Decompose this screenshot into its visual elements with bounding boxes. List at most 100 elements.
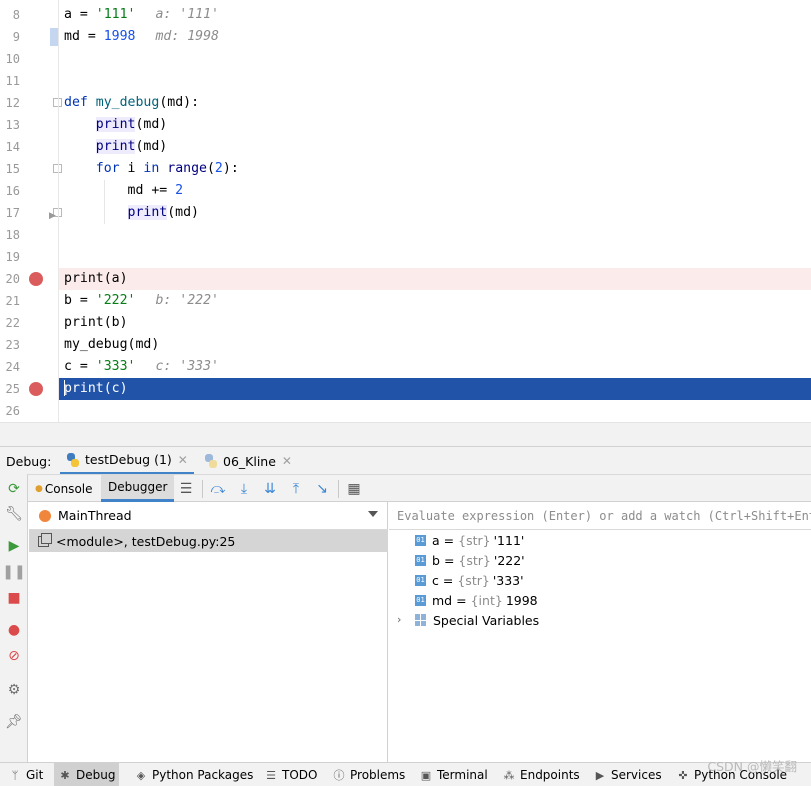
- code-line[interactable]: md += 2: [59, 180, 811, 202]
- run-tab-kline[interactable]: 06_Kline ✕: [198, 447, 298, 475]
- equals-sign: =: [442, 572, 454, 588]
- python-icon: [66, 452, 80, 467]
- builtin-call: print: [95, 117, 136, 132]
- line-number-row[interactable]: 23: [0, 334, 58, 356]
- breakpoint-icon[interactable]: [29, 272, 43, 286]
- run-tab-testdebug[interactable]: testDebug (1) ✕: [60, 447, 194, 475]
- pause-icon[interactable]: ❚❚: [2, 562, 25, 582]
- tool-git[interactable]: ᛘ Git: [4, 763, 47, 786]
- line-number-row[interactable]: 15: [0, 158, 62, 180]
- special-variables-row[interactable]: Special Variables: [415, 610, 539, 630]
- evaluate-expression-input[interactable]: [389, 502, 811, 530]
- variable-name: c: [432, 572, 439, 588]
- step-into-icon[interactable]: ⤓: [234, 479, 254, 499]
- line-number: 19: [5, 250, 20, 264]
- step-over-icon[interactable]: ⤼: [208, 479, 228, 499]
- special-variables-icon: [415, 614, 427, 626]
- code-line[interactable]: def my_debug(md):: [59, 92, 811, 114]
- line-number-row[interactable]: 14: [0, 136, 58, 158]
- line-number-row[interactable]: 8: [0, 4, 58, 26]
- line-number-row[interactable]: 25: [0, 378, 58, 400]
- breakpoint-line[interactable]: print(a): [59, 268, 811, 290]
- code-line[interactable]: for i in range(2):: [59, 158, 811, 180]
- line-number-row[interactable]: 11: [0, 70, 58, 92]
- breakpoint-icon[interactable]: [29, 382, 43, 396]
- code-line[interactable]: print(md): [59, 136, 811, 158]
- tool-label: Git: [26, 768, 44, 782]
- line-number-row[interactable]: 20: [0, 268, 58, 290]
- code-area[interactable]: a = '111' a: '111' md = 1998 md: 1998 def …: [58, 0, 811, 422]
- tab-console[interactable]: ● Console: [28, 475, 100, 502]
- tool-todo[interactable]: ☰ TODO: [260, 763, 321, 786]
- code-text: i: [119, 161, 144, 176]
- code-line[interactable]: print(md): [59, 114, 811, 136]
- wrench-icon[interactable]: 🔧︎: [4, 504, 24, 524]
- code-line[interactable]: my_debug(md): [59, 334, 811, 356]
- pin-icon[interactable]: 📌︎: [4, 712, 24, 732]
- inline-value-hint: c: '333': [155, 359, 219, 374]
- tool-python-packages[interactable]: ◈ Python Packages: [130, 763, 257, 786]
- info-icon: ⓘ: [333, 769, 345, 782]
- builtin-call: range: [167, 161, 207, 176]
- line-number-row[interactable]: 12: [0, 92, 62, 114]
- toolbar-separator: [202, 480, 203, 498]
- code-line[interactable]: print(b): [59, 312, 811, 334]
- view-breakpoints-icon[interactable]: ●: [4, 620, 24, 640]
- chevron-right-icon[interactable]: ›: [397, 613, 401, 626]
- tool-label: Terminal: [437, 768, 488, 782]
- tool-debug[interactable]: ✱ Debug: [54, 763, 120, 786]
- line-number-row[interactable]: 16: [0, 180, 58, 202]
- code-line[interactable]: print(md): [59, 202, 811, 224]
- line-number-row[interactable]: 13: [0, 114, 58, 136]
- fold-arrow-icon[interactable]: ▶: [49, 211, 56, 221]
- tool-endpoints[interactable]: ⁂ Endpoints: [498, 763, 584, 786]
- thread-name: MainThread: [58, 508, 132, 523]
- close-icon[interactable]: ✕: [282, 454, 292, 468]
- settings-gear-icon[interactable]: ⚙: [4, 680, 24, 700]
- close-icon[interactable]: ✕: [178, 453, 188, 467]
- change-marker[interactable]: [50, 28, 58, 46]
- code-line[interactable]: a = '111' a: '111': [59, 4, 811, 26]
- editor-gutter[interactable]: 8 9 10 11 12 13 14 15 16 17 18 ▶ 19 20 21…: [0, 0, 62, 422]
- line-number-row[interactable]: 9: [0, 26, 58, 48]
- line-number: 17: [5, 206, 20, 220]
- mute-breakpoints-icon[interactable]: ⊘: [4, 646, 24, 666]
- chevron-down-icon: [368, 511, 378, 517]
- rerun-icon[interactable]: ⟳: [4, 479, 24, 499]
- tool-services[interactable]: ▶ Services: [589, 763, 666, 786]
- line-number: 14: [5, 140, 20, 154]
- line-number-row[interactable]: 18 ▶: [0, 211, 58, 246]
- code-text: (md): [167, 205, 199, 220]
- line-number-row[interactable]: 24: [0, 356, 58, 378]
- variable-row[interactable]: 01 c = {str} '333': [415, 570, 524, 590]
- tool-label: Services: [611, 768, 662, 782]
- code-line[interactable]: b = '222' b: '222': [59, 290, 811, 312]
- code-line[interactable]: c = '333' c: '333': [59, 356, 811, 378]
- line-number-row[interactable]: 21: [0, 290, 58, 312]
- tool-terminal[interactable]: ▣ Terminal: [415, 763, 492, 786]
- line-number-row[interactable]: 26: [0, 400, 58, 422]
- code-text: c =: [64, 359, 96, 374]
- line-number-row[interactable]: 19: [0, 246, 58, 268]
- line-number-row[interactable]: 22: [0, 312, 58, 334]
- menu-icon[interactable]: ☰: [176, 479, 196, 499]
- tool-problems[interactable]: ⓘ Problems: [328, 763, 409, 786]
- line-number: 10: [5, 52, 20, 66]
- run-to-cursor-icon[interactable]: ↘: [312, 479, 332, 499]
- code-line[interactable]: md = 1998 md: 1998: [59, 26, 811, 48]
- stack-frame-row[interactable]: <module>, testDebug.py:25: [29, 530, 388, 552]
- code-editor[interactable]: 8 9 10 11 12 13 14 15 16 17 18 ▶ 19 20 21…: [0, 0, 811, 446]
- execution-point-line[interactable]: print(c): [59, 378, 811, 400]
- variable-row[interactable]: 01 b = {str} '222': [415, 550, 525, 570]
- tab-debugger[interactable]: Debugger: [101, 475, 175, 502]
- resume-icon[interactable]: ▶: [4, 536, 24, 556]
- tool-label: Endpoints: [520, 768, 580, 782]
- stop-icon[interactable]: ■: [4, 588, 24, 608]
- step-out-icon[interactable]: ⤒: [286, 479, 306, 499]
- step-into-my-code-icon[interactable]: ⇊: [260, 479, 280, 499]
- line-number-row[interactable]: 10: [0, 48, 58, 70]
- variable-row[interactable]: 01 a = {str} '111': [415, 530, 524, 550]
- thread-dropdown[interactable]: MainThread: [29, 502, 388, 530]
- variable-row[interactable]: 01 md = {int} 1998: [415, 590, 538, 610]
- evaluate-expression-icon[interactable]: ▦: [344, 479, 364, 499]
